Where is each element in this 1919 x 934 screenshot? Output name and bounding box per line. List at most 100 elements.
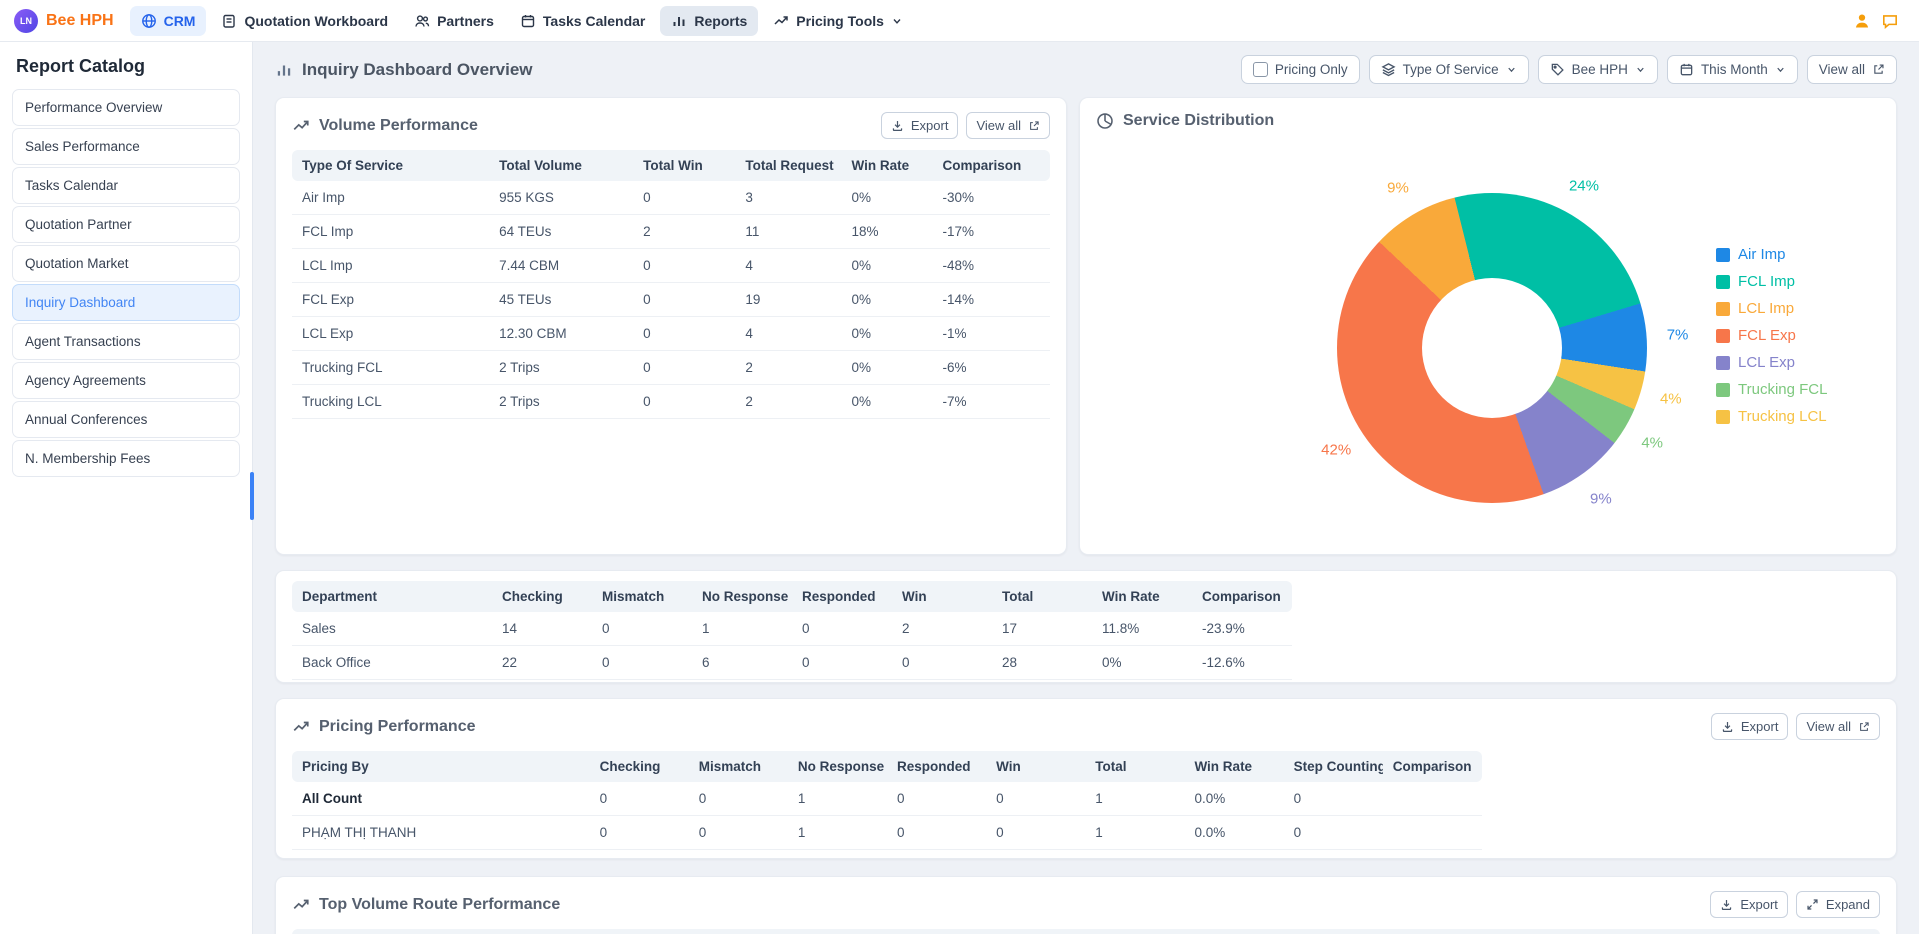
legend-item-trucking-fcl[interactable]: Trucking FCL bbox=[1716, 381, 1827, 398]
type-of-service-dropdown[interactable]: Type Of Service bbox=[1369, 55, 1529, 84]
export-button[interactable]: Export bbox=[1710, 891, 1788, 918]
table-cell: 0% bbox=[842, 351, 933, 385]
brand[interactable]: LN Bee HPH bbox=[14, 9, 114, 33]
sidebar-item-performance-overview[interactable]: Performance Overview bbox=[12, 89, 240, 126]
top-navbar: LN Bee HPH CRM Quotation Workboard Partn… bbox=[0, 0, 1919, 42]
donut-percent-label: 9% bbox=[1590, 490, 1612, 507]
table-cell bbox=[1383, 816, 1482, 850]
sidebar-scrollbar[interactable] bbox=[250, 472, 254, 520]
column-header: Comparison bbox=[1192, 581, 1292, 612]
table-row[interactable]: Back Office220600280%-12.6% bbox=[292, 646, 1292, 680]
nav-item-partners[interactable]: Partners bbox=[403, 6, 505, 36]
table-cell: 4 bbox=[735, 249, 841, 283]
export-button[interactable]: Export bbox=[1711, 713, 1789, 740]
table-cell: 0% bbox=[842, 317, 933, 351]
trending-up-icon bbox=[292, 117, 310, 135]
table-cell: -14% bbox=[932, 283, 1050, 317]
view-all-button[interactable]: View all bbox=[966, 112, 1050, 139]
table-row[interactable]: FCL Exp45 TEUs0190%-14% bbox=[292, 283, 1050, 317]
column-header: Win bbox=[892, 581, 992, 612]
export-label: Export bbox=[911, 118, 949, 133]
donut-percent-label: 9% bbox=[1387, 179, 1409, 196]
export-button[interactable]: Export bbox=[881, 112, 959, 139]
table-cell: 2 bbox=[892, 612, 992, 646]
sidebar-item-agent-transactions[interactable]: Agent Transactions bbox=[12, 323, 240, 360]
sidebar-item-annual-conferences[interactable]: Annual Conferences bbox=[12, 401, 240, 438]
legend-swatch bbox=[1716, 410, 1730, 424]
table-cell: -1% bbox=[932, 317, 1050, 351]
view-all-button[interactable]: View all bbox=[1796, 713, 1880, 740]
table-row[interactable]: Trucking FCL2 Trips020%-6% bbox=[292, 351, 1050, 385]
globe-icon bbox=[141, 13, 157, 29]
sidebar-item-n-membership-fees[interactable]: N. Membership Fees bbox=[12, 440, 240, 477]
sidebar-item-quotation-market[interactable]: Quotation Market bbox=[12, 245, 240, 282]
volume-performance-title: Volume Performance bbox=[292, 117, 478, 135]
nav-item-tasks-calendar[interactable]: Tasks Calendar bbox=[509, 6, 656, 36]
table-cell: Trucking FCL bbox=[292, 351, 489, 385]
legend-item-air-imp[interactable]: Air Imp bbox=[1716, 246, 1827, 263]
legend-item-trucking-lcl[interactable]: Trucking LCL bbox=[1716, 408, 1827, 425]
table-row[interactable]: All Count0010010.0%0 bbox=[292, 782, 1482, 816]
table-cell: 0% bbox=[842, 181, 933, 215]
card-title-text: Volume Performance bbox=[319, 117, 478, 135]
sidebar-title: Report Catalog bbox=[12, 50, 240, 89]
view-all-button[interactable]: View all bbox=[1807, 55, 1897, 84]
table-header-row: Type Of ServiceTotal VolumeTotal WinTota… bbox=[292, 150, 1050, 181]
user-icon[interactable] bbox=[1853, 12, 1871, 30]
table-row[interactable]: LCL Exp12.30 CBM040%-1% bbox=[292, 317, 1050, 351]
table-cell: 0 bbox=[592, 646, 692, 680]
card-actions: Export View all bbox=[1711, 713, 1880, 740]
table-row[interactable]: Sales1401021711.8%-23.9% bbox=[292, 612, 1292, 646]
table-cell: 2 bbox=[633, 215, 735, 249]
table-cell: Back Office bbox=[292, 646, 492, 680]
card-header: Volume Performance Export View all bbox=[292, 112, 1050, 139]
table-cell: -30% bbox=[932, 181, 1050, 215]
company-dropdown[interactable]: Bee HPH bbox=[1538, 55, 1658, 84]
sidebar-item-agency-agreements[interactable]: Agency Agreements bbox=[12, 362, 240, 399]
card-header: Pricing Performance Export View all bbox=[292, 713, 1880, 740]
expand-button[interactable]: Expand bbox=[1796, 891, 1880, 918]
table-cell: PHẠM THỊ THANH bbox=[292, 816, 590, 850]
table-row[interactable]: Air Imp955 KGS030%-30% bbox=[292, 181, 1050, 215]
nav-item-quotation-workboard[interactable]: Quotation Workboard bbox=[210, 6, 399, 36]
sidebar-item-inquiry-dashboard[interactable]: Inquiry Dashboard bbox=[12, 284, 240, 321]
sidebar-item-quotation-partner[interactable]: Quotation Partner bbox=[12, 206, 240, 243]
dashboard-header: Inquiry Dashboard Overview Pricing Only … bbox=[275, 55, 1897, 84]
legend-item-lcl-imp[interactable]: LCL Imp bbox=[1716, 300, 1827, 317]
nav-item-crm[interactable]: CRM bbox=[130, 6, 207, 36]
table-row[interactable]: LCL Imp7.44 CBM040%-48% bbox=[292, 249, 1050, 283]
column-header: Step Counting bbox=[1284, 751, 1383, 782]
column-header: Comparison bbox=[932, 150, 1050, 181]
table-cell: All Count bbox=[292, 782, 590, 816]
navbar-right-icons bbox=[1853, 12, 1905, 30]
table-row[interactable]: Trucking LCL2 Trips020%-7% bbox=[292, 385, 1050, 419]
column-header: Total bbox=[1085, 751, 1184, 782]
table-cell: 0 bbox=[1284, 782, 1383, 816]
brand-logo-icon: LN bbox=[14, 9, 38, 33]
column-header: No Response bbox=[692, 581, 792, 612]
pricing-performance-table: Pricing ByCheckingMismatchNo ResponseRes… bbox=[292, 751, 1482, 850]
table-cell: 6 bbox=[692, 646, 792, 680]
table-cell: 0 bbox=[986, 782, 1085, 816]
nav-item-reports[interactable]: Reports bbox=[660, 6, 758, 36]
legend-label: LCL Exp bbox=[1738, 354, 1795, 371]
pricing-only-toggle[interactable]: Pricing Only bbox=[1241, 55, 1360, 84]
sidebar-item-tasks-calendar[interactable]: Tasks Calendar bbox=[12, 167, 240, 204]
chat-icon[interactable] bbox=[1881, 12, 1899, 30]
service-distribution-donut[interactable] bbox=[1337, 193, 1647, 503]
table-row[interactable]: PHẠM THỊ THANH0010010.0%0 bbox=[292, 816, 1482, 850]
table-cell: FCL Imp bbox=[292, 215, 489, 249]
table-cell: 0 bbox=[792, 646, 892, 680]
period-dropdown[interactable]: This Month bbox=[1667, 55, 1798, 84]
legend-swatch bbox=[1716, 302, 1730, 316]
checkbox-icon[interactable] bbox=[1253, 62, 1268, 77]
table-cell: 3 bbox=[735, 181, 841, 215]
sidebar-item-sales-performance[interactable]: Sales Performance bbox=[12, 128, 240, 165]
legend-item-fcl-imp[interactable]: FCL Imp bbox=[1716, 273, 1827, 290]
legend-item-lcl-exp[interactable]: LCL Exp bbox=[1716, 354, 1827, 371]
nav-item-pricing-tools[interactable]: Pricing Tools bbox=[762, 6, 914, 36]
legend-item-fcl-exp[interactable]: FCL Exp bbox=[1716, 327, 1827, 344]
table-row[interactable]: FCL Imp64 TEUs21118%-17% bbox=[292, 215, 1050, 249]
type-of-service-label: Type Of Service bbox=[1403, 62, 1499, 77]
column-header: Mismatch bbox=[689, 751, 788, 782]
